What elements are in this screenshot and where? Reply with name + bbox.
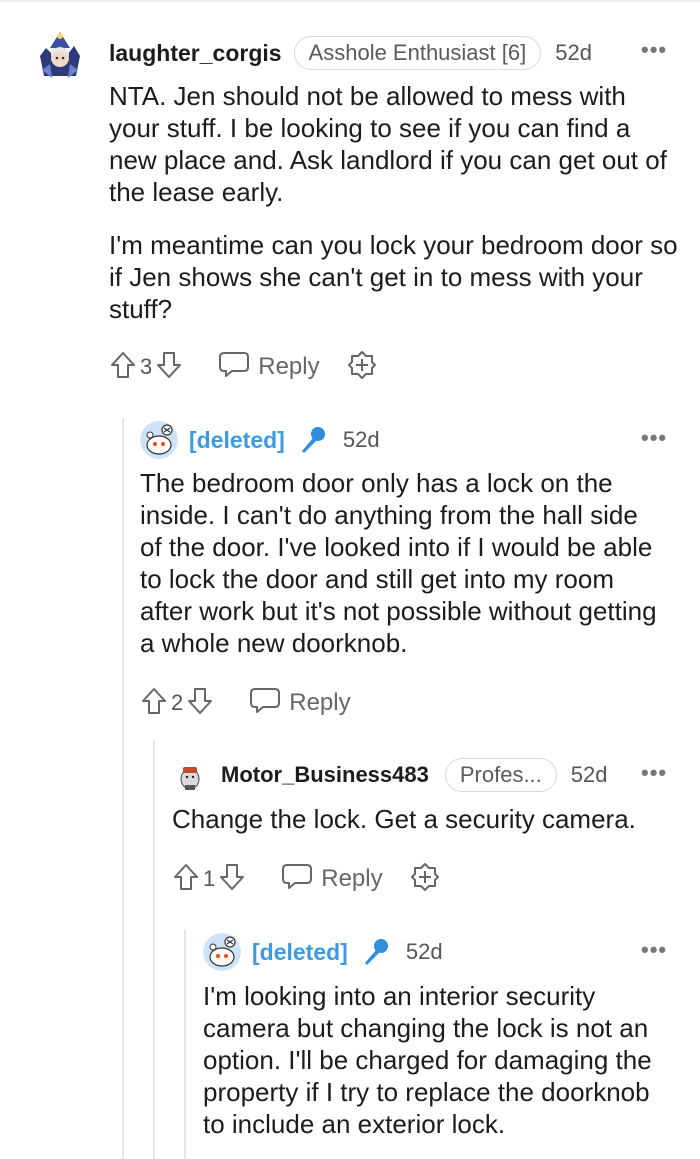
comment-body: Change the lock. Get a security camera. xyxy=(172,803,672,835)
timestamp: 52d xyxy=(405,939,443,964)
vote-count: 2 xyxy=(171,690,184,715)
reply-button[interactable]: Reply xyxy=(218,350,320,385)
avatar-image xyxy=(140,421,178,459)
comment-paragraph: The bedroom door only has a lock on the … xyxy=(140,468,657,658)
reply-label: Reply xyxy=(321,865,383,892)
upvote-icon[interactable] xyxy=(141,687,167,720)
more-options-button[interactable]: ••• xyxy=(641,425,667,451)
more-options-button[interactable]: ••• xyxy=(641,760,667,786)
award-button[interactable] xyxy=(409,861,441,898)
reply-label: Reply xyxy=(289,689,351,716)
comment-paragraph: I'm meantime can you lock your bedroom d… xyxy=(109,230,678,324)
thread-line[interactable] xyxy=(153,740,155,1159)
username[interactable]: [deleted] xyxy=(252,939,348,966)
vote-count: 3 xyxy=(140,354,153,379)
comment-actions: 2 Reply xyxy=(141,686,351,720)
comment-body: The bedroom door only has a lock on the … xyxy=(140,467,660,659)
user-flair: Asshole Enthusiast [6] xyxy=(293,36,542,70)
comment-actions: 3 Reply xyxy=(110,350,378,384)
comment-paragraph: I'm looking into an interior security ca… xyxy=(203,981,652,1139)
thread-line[interactable] xyxy=(184,930,186,1159)
reply-icon xyxy=(281,862,313,897)
avatar[interactable] xyxy=(203,933,241,971)
comment-header: Motor_Business483 Profes... 52d xyxy=(221,757,608,793)
vote-count: 1 xyxy=(203,866,216,891)
avatar-image xyxy=(32,26,88,82)
comment-body: I'm looking into an interior security ca… xyxy=(203,980,673,1140)
comment-body: NTA. Jen should not be allowed to mess w… xyxy=(109,80,679,325)
upvote-icon[interactable] xyxy=(173,863,199,896)
comment-header: [deleted] 52d xyxy=(252,934,443,970)
timestamp: 52d xyxy=(555,40,592,65)
award-button[interactable] xyxy=(346,349,378,386)
comment-actions: 1 Reply xyxy=(173,862,441,896)
thread-line[interactable] xyxy=(122,418,124,1159)
avatar[interactable] xyxy=(140,421,178,459)
reply-icon xyxy=(249,686,281,721)
avatar[interactable] xyxy=(32,26,88,82)
username[interactable]: Motor_Business483 xyxy=(221,762,429,788)
timestamp: 52d xyxy=(342,427,380,452)
avatar-image xyxy=(172,757,208,793)
reply-button[interactable]: Reply xyxy=(249,686,351,721)
award-icon xyxy=(409,861,441,898)
comment-header: [deleted] 52d xyxy=(189,422,380,458)
award-icon xyxy=(346,349,378,386)
microphone-icon xyxy=(297,424,329,456)
more-options-button[interactable]: ••• xyxy=(641,37,667,63)
user-flair: Profes... xyxy=(444,758,557,792)
username[interactable]: laughter_corgis xyxy=(109,40,282,67)
top-divider xyxy=(0,0,700,2)
username[interactable]: [deleted] xyxy=(189,427,285,454)
downvote-icon[interactable] xyxy=(219,863,245,896)
downvote-icon[interactable] xyxy=(187,687,213,720)
reply-label: Reply xyxy=(258,353,320,380)
reply-button[interactable]: Reply xyxy=(281,862,383,897)
microphone-icon xyxy=(360,936,392,968)
timestamp: 52d xyxy=(570,762,608,787)
avatar[interactable] xyxy=(172,757,208,793)
more-options-button[interactable]: ••• xyxy=(641,937,667,963)
reply-icon xyxy=(218,350,250,385)
comment-paragraph: NTA. Jen should not be allowed to mess w… xyxy=(109,81,667,207)
avatar-image xyxy=(203,933,241,971)
comment-paragraph: Change the lock. Get a security camera. xyxy=(172,804,636,834)
comment-header: laughter_corgis Asshole Enthusiast [6] 5… xyxy=(109,34,592,72)
upvote-icon[interactable] xyxy=(110,351,136,384)
downvote-icon[interactable] xyxy=(156,351,182,384)
